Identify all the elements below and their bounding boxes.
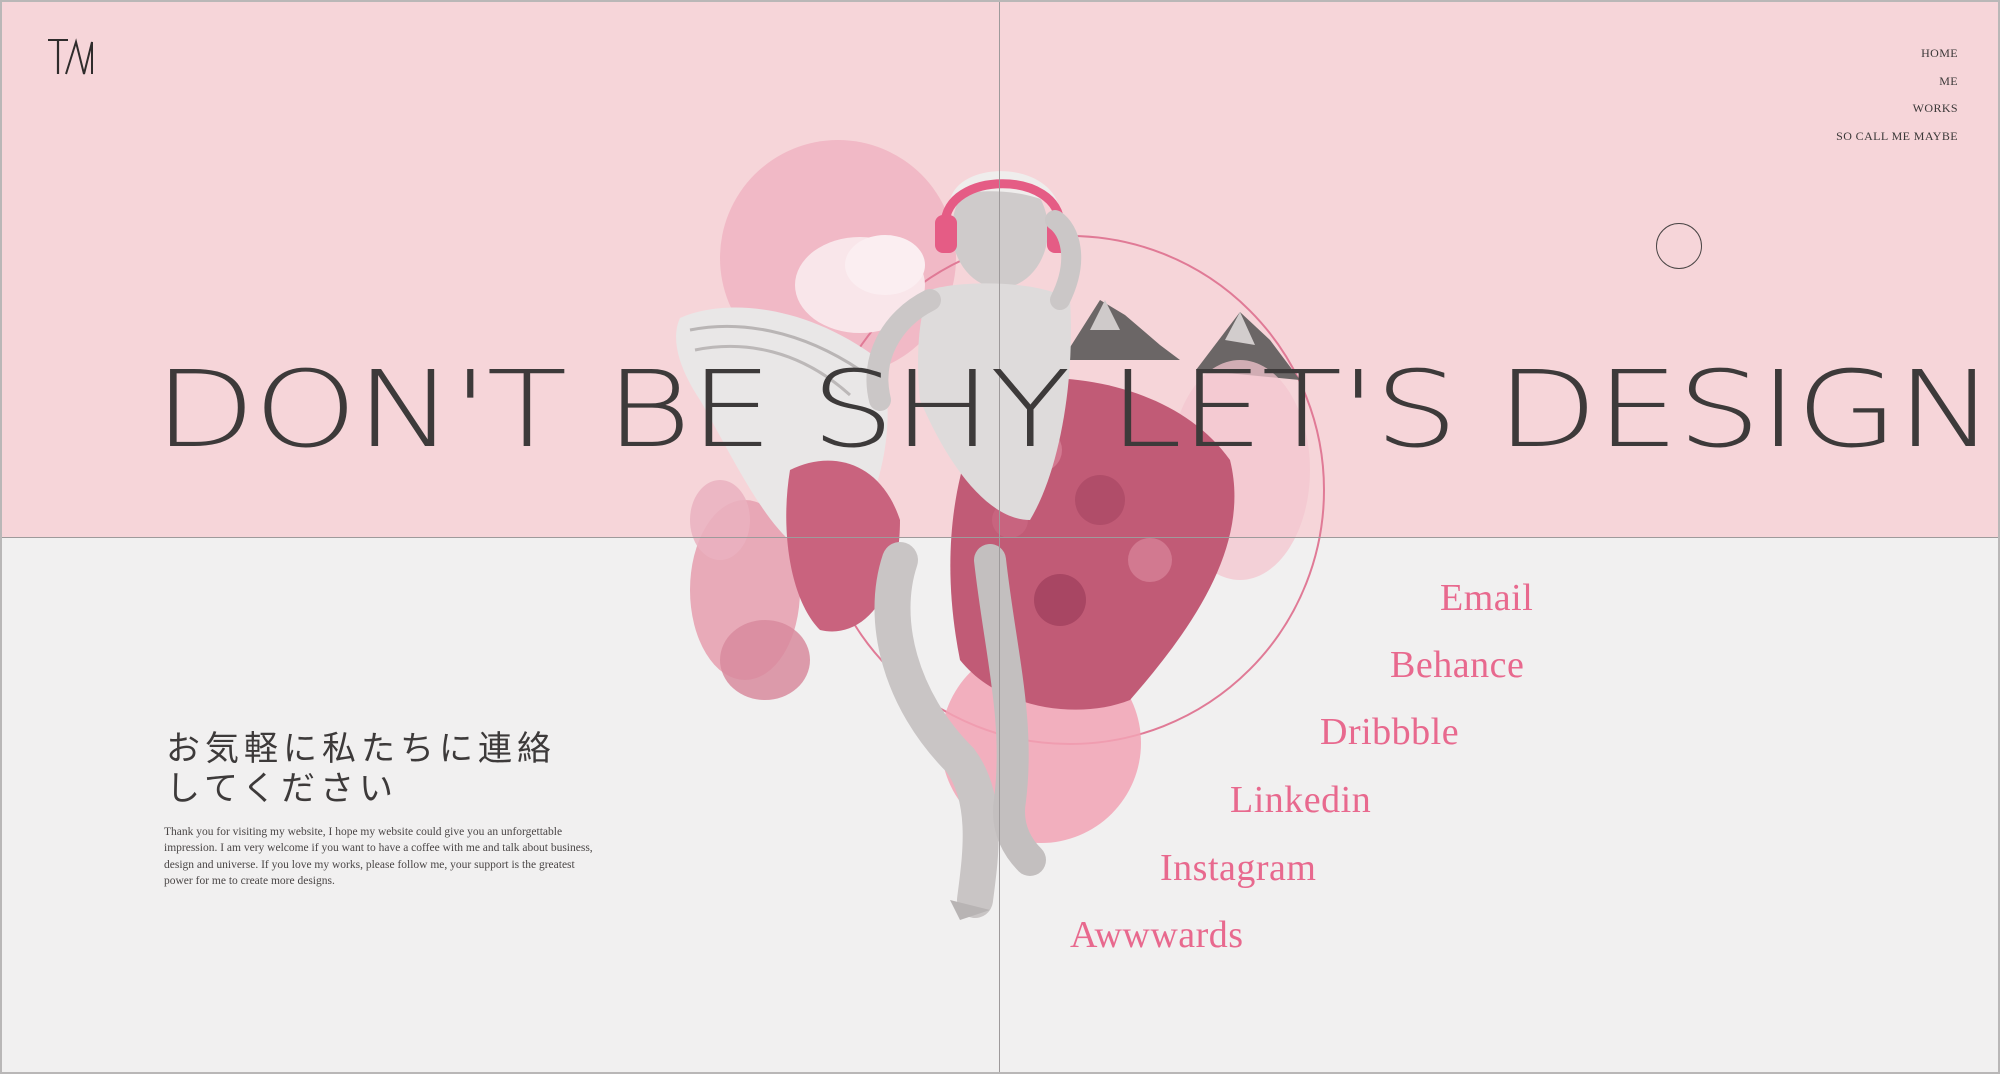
tm-logo-icon xyxy=(48,38,93,75)
tm-logo[interactable] xyxy=(46,36,98,80)
link-linkedin[interactable]: Linkedin xyxy=(1230,778,1371,822)
nav-item-contact[interactable]: SO CALL ME MAYBE xyxy=(1836,123,1958,151)
link-dribbble[interactable]: Dribbble xyxy=(1320,710,1459,754)
nav-item-me[interactable]: ME xyxy=(1836,68,1958,96)
contact-heading-line-1: お気軽に私たちに連絡 xyxy=(166,729,556,769)
nav-item-works[interactable]: WORKS xyxy=(1836,95,1958,123)
cursor-ring-icon[interactable] xyxy=(1656,223,1702,269)
main-nav: HOME ME WORKS SO CALL ME MAYBE xyxy=(1836,40,1958,150)
link-awwwards[interactable]: Awwwards xyxy=(1070,913,1244,957)
vertical-divider xyxy=(999,0,1000,1074)
contact-heading-line-2: してください xyxy=(166,769,398,809)
hero-headline: DON'T BE SHY LET'S DESIGN xyxy=(154,348,1995,472)
horizontal-divider xyxy=(0,537,2000,538)
contact-description: Thank you for visiting my website, I hop… xyxy=(164,826,593,888)
link-email[interactable]: Email xyxy=(1440,576,1533,620)
link-behance[interactable]: Behance xyxy=(1390,643,1524,687)
nav-item-home[interactable]: HOME xyxy=(1836,40,1958,68)
link-instagram[interactable]: Instagram xyxy=(1160,846,1316,890)
contact-heading-jp: お気軽に私たちに連絡 してください xyxy=(166,729,556,809)
